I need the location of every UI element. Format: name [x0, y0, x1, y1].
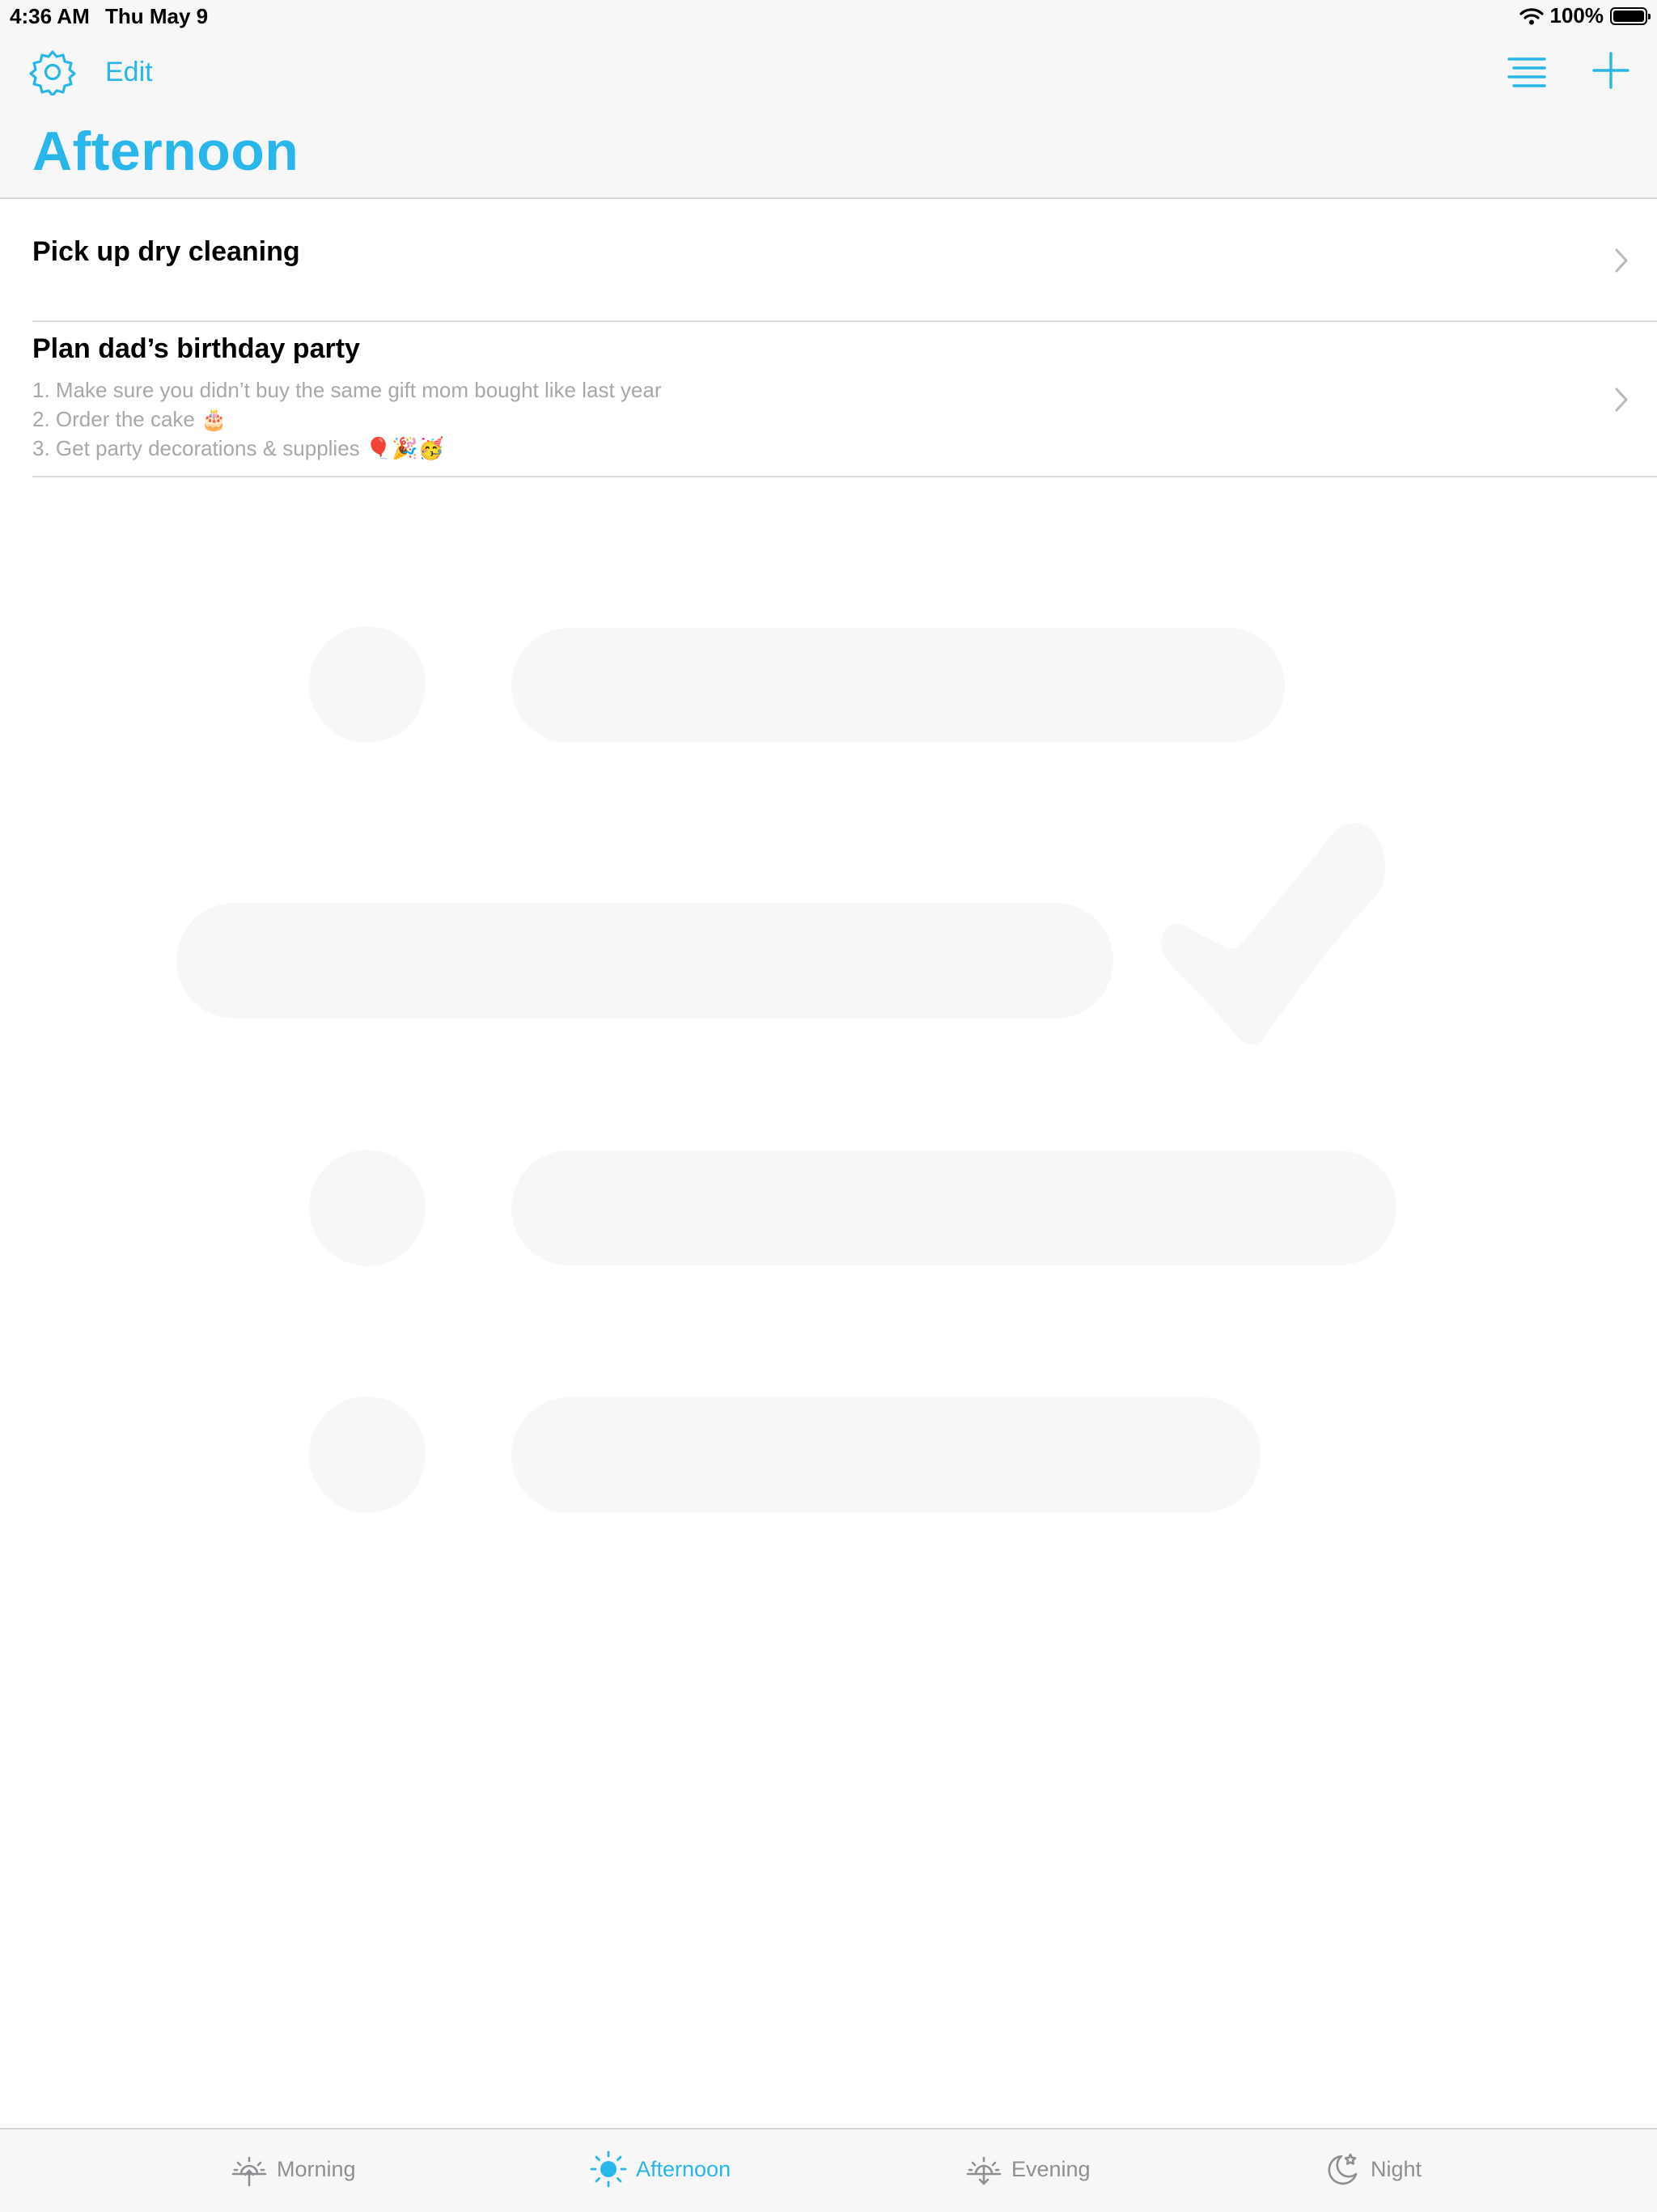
tab-morning[interactable]: Morning: [230, 2149, 356, 2189]
tab-label: Afternoon: [636, 2156, 731, 2181]
tab-night[interactable]: Night: [1324, 2149, 1422, 2189]
task-list: Pick up dry cleaning: [0, 199, 1657, 322]
chevron-right-icon: [1615, 388, 1628, 412]
note-line: 3. Get party decorations & supplies 🎈🎉🥳: [32, 436, 445, 460]
sunset-icon: [966, 2156, 1002, 2185]
list-item[interactable]: Pick up dry cleaning: [32, 199, 1657, 322]
moon-icon: [1328, 2153, 1358, 2185]
note-line: 1. Make sure you didn’t buy the same gif…: [32, 378, 662, 402]
tab-evening[interactable]: Evening: [964, 2149, 1091, 2189]
note-line: 2. Order the cake 🎂: [32, 407, 227, 431]
list-item[interactable]: Plan dad’s birthday party 1. Make sure y…: [32, 322, 1657, 477]
tab-label: Morning: [277, 2156, 356, 2181]
sunrise-icon: [231, 2156, 267, 2187]
tab-label: Night: [1371, 2156, 1422, 2181]
tab-afternoon[interactable]: Afternoon: [589, 2149, 731, 2189]
tab-label: Evening: [1011, 2156, 1091, 2181]
task-title: Plan dad’s birthday party: [32, 333, 360, 364]
task-title: Pick up dry cleaning: [32, 236, 300, 267]
tab-bar: Morning Afternoon Evening Night: [0, 2128, 1657, 2212]
chevron-right-icon: [1615, 248, 1628, 273]
sun-icon: [590, 2151, 627, 2188]
task-notes: 1. Make sure you didn’t buy the same gif…: [32, 375, 662, 463]
